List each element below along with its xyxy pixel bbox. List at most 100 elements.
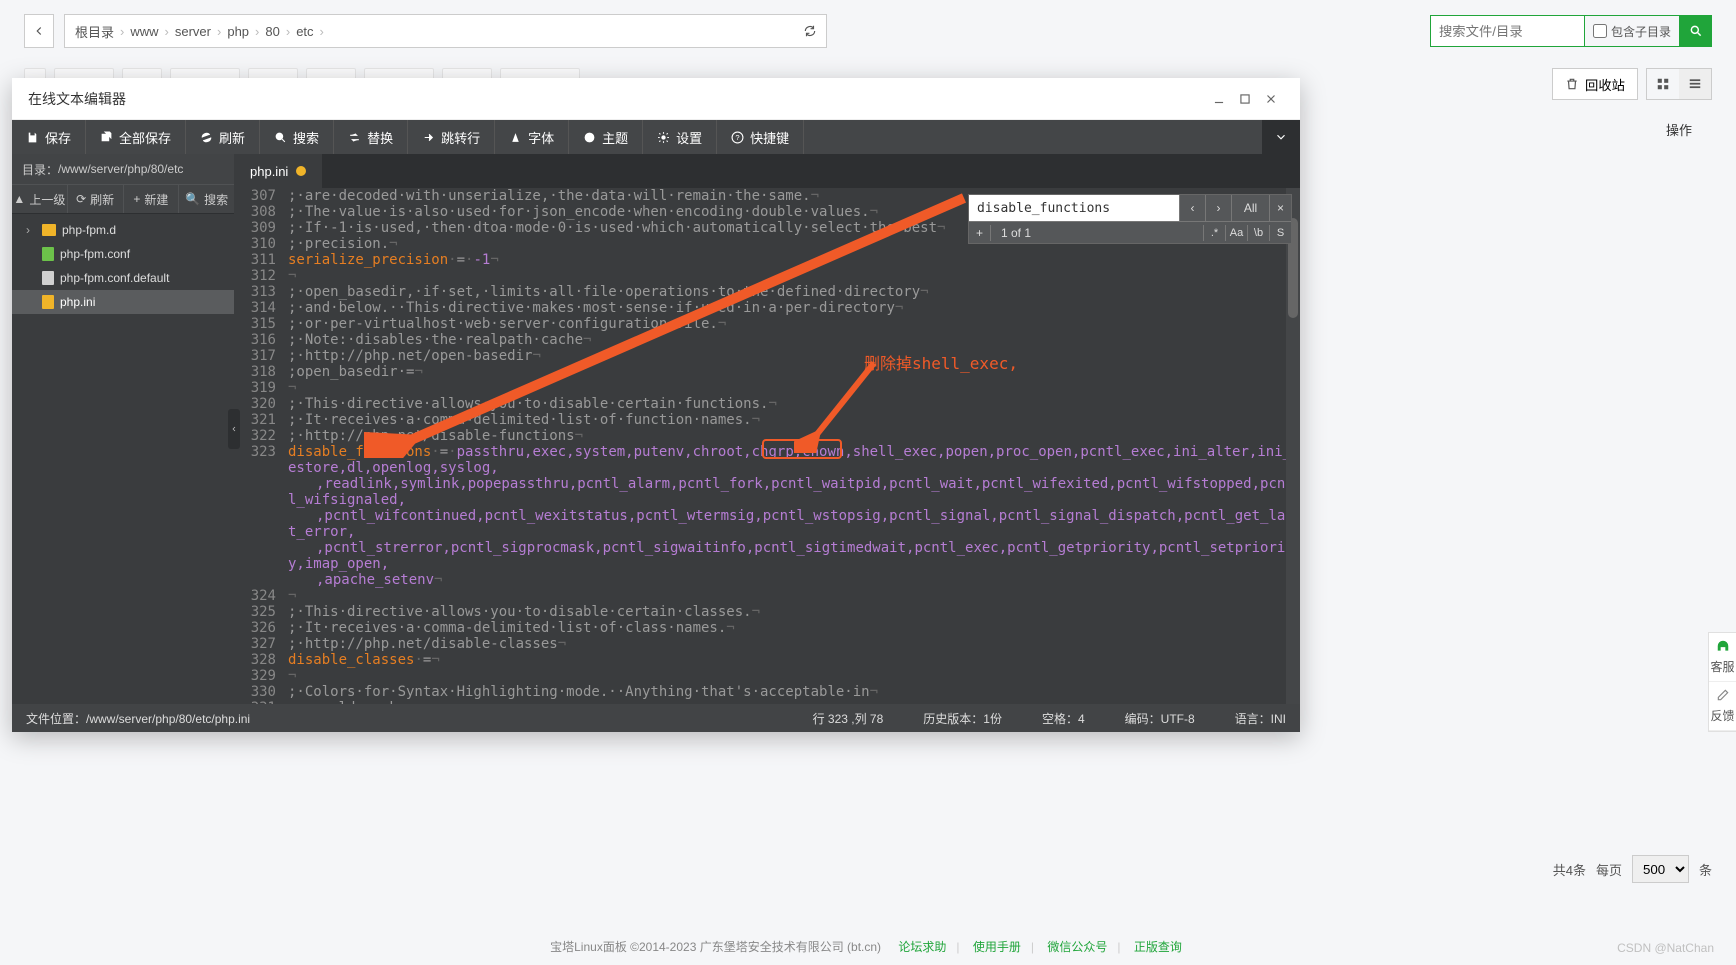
editor-modal: 在线文本编辑器 保存 全部保存 刷新 搜索 替换 跳转行 字体 主题 设置 ?快…: [12, 78, 1300, 732]
search-next-button[interactable]: ›: [1205, 195, 1231, 221]
status-lang[interactable]: 语言：INI: [1235, 710, 1286, 727]
include-subdir-label[interactable]: 包含子目录: [1585, 15, 1680, 47]
search-count: 1 of 1: [991, 225, 1203, 241]
side-tab-kefu[interactable]: 客服: [1709, 633, 1736, 682]
footer-link-genuine[interactable]: 正版查询: [1134, 940, 1182, 954]
file-tree: 目录：/www/server/php/80/etc ▲ 上一级 ⟳ 刷新 + 新…: [12, 154, 234, 704]
search-prev-button[interactable]: ‹: [1179, 195, 1205, 221]
search-opt-regex[interactable]: .*: [1203, 225, 1225, 241]
crumb-server[interactable]: server: [175, 24, 211, 39]
code-editor[interactable]: 307;·are·decoded·with·unserialize,·the·d…: [234, 188, 1300, 704]
font-button[interactable]: 字体: [495, 120, 569, 154]
refresh-button[interactable]: [793, 14, 827, 48]
search-button[interactable]: [1680, 15, 1712, 47]
save-all-button[interactable]: 全部保存: [86, 120, 186, 154]
search-close-button[interactable]: ×: [1269, 195, 1291, 221]
footer-link-wechat[interactable]: 微信公众号: [1047, 940, 1107, 954]
side-tab-fankui[interactable]: 反馈: [1709, 682, 1736, 731]
tree-row-folder[interactable]: ›php-fpm.d: [12, 218, 234, 242]
edit-icon: [1716, 688, 1730, 702]
crumb-etc[interactable]: etc: [296, 24, 313, 39]
font-icon: [509, 131, 522, 144]
footer: 宝塔Linux面板 ©2014-2023 广东堡塔安全技术有限公司 (bt.cn…: [0, 938, 1736, 955]
search-opt-case[interactable]: Aa: [1225, 225, 1247, 241]
scrollbar[interactable]: [1286, 188, 1300, 704]
search-opt-word[interactable]: \b: [1247, 225, 1269, 241]
trash-label: 回收站: [1585, 75, 1625, 94]
view-toggle[interactable]: [1646, 68, 1712, 100]
trash-button[interactable]: 回收站: [1552, 68, 1638, 100]
search-input[interactable]: [1430, 15, 1585, 47]
grid-icon: [1656, 77, 1670, 91]
headset-icon: [1716, 639, 1730, 653]
goto-button[interactable]: 跳转行: [408, 120, 495, 154]
search-opt-s[interactable]: S: [1269, 225, 1291, 241]
arrow-left-icon: [32, 24, 46, 38]
search-expand-button[interactable]: +: [969, 225, 991, 241]
footer-link-manual[interactable]: 使用手册: [973, 940, 1021, 954]
maximize-button[interactable]: [1232, 86, 1258, 112]
side-tabs: 客服 反馈: [1708, 632, 1736, 732]
file-icon: [42, 247, 54, 261]
refresh-icon: [803, 24, 817, 38]
breadcrumb[interactable]: 根目录› www› server› php› 80› etc›: [64, 14, 794, 48]
editor-statusbar: 文件位置：/www/server/php/80/etc/php.ini 行 32…: [12, 704, 1300, 732]
list-view-button[interactable]: [1679, 69, 1711, 99]
total-count: 共4条: [1553, 860, 1586, 879]
crumb-www[interactable]: www: [130, 24, 158, 39]
save-button[interactable]: 保存: [12, 120, 86, 154]
crumb-php[interactable]: php: [227, 24, 249, 39]
chevron-left-icon: [230, 424, 238, 434]
editor-body: 目录：/www/server/php/80/etc ▲ 上一级 ⟳ 刷新 + 新…: [12, 154, 1300, 704]
grid-view-button[interactable]: [1647, 69, 1679, 99]
include-subdir-checkbox[interactable]: [1593, 24, 1607, 38]
modified-dot-icon: [296, 166, 306, 176]
modal-titlebar[interactable]: 在线文本编辑器: [12, 78, 1300, 120]
search-icon: [1689, 24, 1703, 38]
search-panel: ‹ › All × + 1 of 1 .* Aa \b S: [968, 194, 1292, 244]
replace-button[interactable]: 替换: [334, 120, 408, 154]
tab-php-ini[interactable]: php.ini: [234, 154, 323, 188]
tree-refresh-button[interactable]: ⟳ 刷新: [68, 185, 124, 213]
footer-link-forum[interactable]: 论坛求助: [898, 940, 946, 954]
crumb-80[interactable]: 80: [265, 24, 279, 39]
watermark: CSDN @NatChan: [1617, 941, 1714, 955]
search-all-button[interactable]: All: [1231, 195, 1269, 221]
replace-icon: [348, 131, 361, 144]
tree-path: 目录：/www/server/php/80/etc: [12, 154, 234, 184]
status-encoding[interactable]: 编码：UTF-8: [1125, 710, 1195, 727]
minimize-button[interactable]: [1206, 86, 1232, 112]
include-subdir-text: 包含子目录: [1611, 23, 1671, 40]
trash-icon: [1565, 77, 1579, 91]
gear-icon: [657, 131, 670, 144]
tree-row-file[interactable]: php-fpm.conf.default: [12, 266, 234, 290]
status-history[interactable]: 历史版本：1份: [923, 710, 1002, 727]
theme-button[interactable]: 主题: [569, 120, 643, 154]
search-group: 包含子目录: [1430, 15, 1712, 47]
tree-new-button[interactable]: + 新建: [124, 185, 180, 213]
search-field[interactable]: [969, 195, 1179, 221]
tree-row-file[interactable]: php-fpm.conf: [12, 242, 234, 266]
crumb-root[interactable]: 根目录: [75, 22, 114, 41]
modal-title-text: 在线文本编辑器: [28, 89, 126, 109]
refresh-icon: [200, 131, 213, 144]
editor-toolbar: 保存 全部保存 刷新 搜索 替换 跳转行 字体 主题 设置 ?快捷键: [12, 120, 1300, 154]
refresh-editor-button[interactable]: 刷新: [186, 120, 260, 154]
shortcut-button[interactable]: ?快捷键: [717, 120, 804, 154]
tree-toolbar: ▲ 上一级 ⟳ 刷新 + 新建 🔍 搜索: [12, 184, 234, 214]
search-editor-button[interactable]: 搜索: [260, 120, 334, 154]
settings-button[interactable]: 设置: [643, 120, 717, 154]
minimize-icon: [1212, 92, 1226, 106]
tree-up-button[interactable]: ▲ 上一级: [12, 185, 68, 213]
toolbar-more-button[interactable]: [1262, 120, 1300, 154]
status-spaces[interactable]: 空格：4: [1042, 710, 1085, 727]
footer-text: 宝塔Linux面板 ©2014-2023 广东堡塔安全技术有限公司 (bt.cn…: [550, 940, 881, 954]
back-button[interactable]: [24, 14, 54, 48]
tree-row-file-active[interactable]: php.ini: [12, 290, 234, 314]
tree-search-button[interactable]: 🔍 搜索: [179, 185, 234, 213]
per-page-select[interactable]: 500: [1632, 855, 1689, 883]
svg-text:?: ?: [736, 133, 740, 142]
tree-collapse-handle[interactable]: [228, 409, 240, 449]
close-button[interactable]: [1258, 86, 1284, 112]
status-cursor[interactable]: 行 323 ,列 78: [813, 710, 884, 727]
